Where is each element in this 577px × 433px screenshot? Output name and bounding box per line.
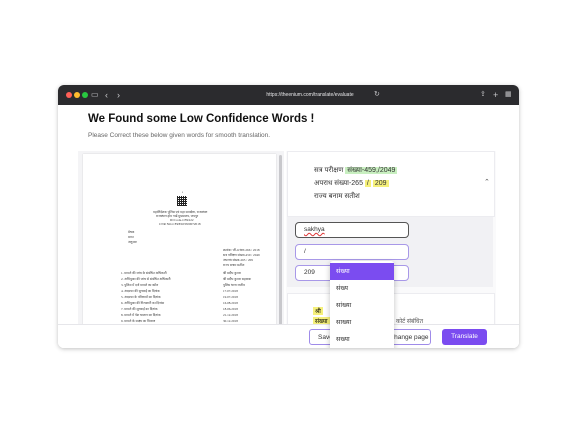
browser-window: ▭ ‹ › https://theenium.com/translate/eva… xyxy=(58,85,519,348)
doc-list-value: 16.08.2018 xyxy=(223,301,238,305)
document-page: ı महानिदेशक पुलिस एवं महा समादेष्टा, राज… xyxy=(83,154,276,348)
doc-list-value: 19.07.2018 xyxy=(223,295,238,299)
low-confidence-word[interactable]: 209 xyxy=(372,180,389,187)
doc-mark: ı xyxy=(182,190,183,194)
doc-list-value: श्री प्रदीप कुमार xyxy=(223,271,241,275)
doc-list-item: 6. अभियुक्त की गिरफ्तारी का दिनांक xyxy=(121,301,165,305)
address-bar[interactable]: https://theenium.com/translate/evaluate xyxy=(240,89,380,101)
suggestion-dropdown[interactable]: संख्या संख्य सांख्या साख्या सख्या sakhya xyxy=(330,261,394,348)
action-bar: Save Change page Translate xyxy=(58,324,519,348)
new-tab-icon[interactable]: + xyxy=(493,89,498,101)
doc-list-item: 7. मामले की सुनवाई का दिनांक xyxy=(121,307,158,311)
doc-list-item: 1. मामले की जांच के संबंधित अधिकारी xyxy=(121,271,167,275)
maximize-window-icon[interactable] xyxy=(82,92,88,98)
card-line-1: सत्र परीक्षण संख्या-459,/2049 xyxy=(314,166,398,175)
suggestion-option[interactable]: संख्या xyxy=(330,263,394,280)
back-icon[interactable]: ‹ xyxy=(105,89,108,101)
doc-list-item: 9. मामले के साक्ष्य का विवरण xyxy=(121,319,156,323)
doc-list-item: 4. अदालत की सुनवाई का दिनांक xyxy=(121,289,160,293)
page-title: We Found some Low Confidence Words ! xyxy=(88,113,315,125)
doc-list-value: 17.07.2018 xyxy=(223,289,238,293)
page-content: We Found some Low Confidence Words ! Ple… xyxy=(58,105,519,348)
qr-code xyxy=(177,196,187,206)
page-subtitle: Please Correct these below given words f… xyxy=(88,132,271,139)
doc-line: सत्र परीक्षण संख्या-459 / 2049 xyxy=(223,253,260,257)
word-correction-input[interactable]: sakhya xyxy=(295,222,409,238)
doc-list-item: 5. अदालत के परिणामों का दिनांक xyxy=(121,295,161,299)
document-scrollbar[interactable] xyxy=(279,155,282,325)
card-line-3: राज्य बनाम सतीश xyxy=(314,193,360,200)
low-confidence-card[interactable]: सत्र परीक्षण संख्या-459,/2049 अपराध संख्… xyxy=(287,151,495,217)
input-value: / xyxy=(304,248,306,255)
doc-list-item: 3. पुलिस में दर्ज मामले का ब्यौरा xyxy=(121,283,159,287)
doc-line: CNR NO-CFRE023500072018 xyxy=(159,222,201,226)
browser-titlebar: ▭ ‹ › https://theenium.com/translate/eva… xyxy=(58,85,519,105)
doc-list-value: पुलिस थाना राजीव xyxy=(223,283,245,287)
doc-line: अपराध संख्या-265 / 209 xyxy=(223,258,253,262)
close-window-icon[interactable] xyxy=(66,92,72,98)
suggestion-option[interactable]: सांख्या xyxy=(330,297,394,314)
sidebar-toggle-icon[interactable]: ▭ xyxy=(91,89,99,101)
doc-list-value: 18.06.2018 xyxy=(223,307,238,311)
doc-line: क्रमांक/ जी-0/आर-266 / 2018 xyxy=(223,248,260,252)
input-value: 209 xyxy=(304,269,315,276)
reload-icon[interactable]: ↻ xyxy=(374,89,380,101)
doc-line: प्राप्त xyxy=(128,235,134,239)
word-correction-input[interactable]: / xyxy=(295,244,409,260)
chevron-up-icon[interactable]: ⌃ xyxy=(484,178,490,186)
low-confidence-word[interactable]: / xyxy=(364,180,371,187)
card-line-2: अपराध संख्या-265 / 209 xyxy=(314,179,389,188)
doc-list-item: 2. अभियुक्त की जांच से संबंधित अधिकारी xyxy=(121,277,171,281)
share-icon[interactable]: ⇪ xyxy=(480,89,486,101)
doc-line: अनुसार xyxy=(128,240,137,244)
card-text: अपराध संख्या-265 xyxy=(314,180,363,187)
low-confidence-word[interactable]: श्री xyxy=(313,307,323,315)
translate-button[interactable]: Translate xyxy=(442,329,487,345)
low-confidence-word[interactable]: संख्या-459,/2049 xyxy=(345,167,398,174)
forward-icon[interactable]: › xyxy=(117,89,120,101)
input-value: sakhya xyxy=(304,226,325,233)
doc-list-value: 30.12.2018 xyxy=(223,319,238,323)
suggestion-option[interactable]: संख्य xyxy=(330,280,394,297)
card-text: सत्र परीक्षण xyxy=(314,167,344,174)
doc-line: प्रेषक xyxy=(128,230,135,234)
tab-overview-icon[interactable]: ▦ xyxy=(505,89,512,101)
doc-line: राज्य बनाम सतीश xyxy=(223,263,245,267)
minimize-window-icon[interactable] xyxy=(74,92,80,98)
doc-list-value: 21.12.2018 xyxy=(223,313,238,317)
suggestion-option[interactable]: सख्या xyxy=(330,331,394,348)
doc-list-item: 8. मामले में पेश चालान का दिनांक xyxy=(121,313,161,317)
doc-list-value: श्री प्रदीप कुमार सहायक xyxy=(223,277,251,281)
document-preview-panel[interactable]: ı महानिदेशक पुलिस एवं महा समादेष्टा, राज… xyxy=(78,151,284,348)
suggestion-option[interactable]: साख्या xyxy=(330,314,394,331)
